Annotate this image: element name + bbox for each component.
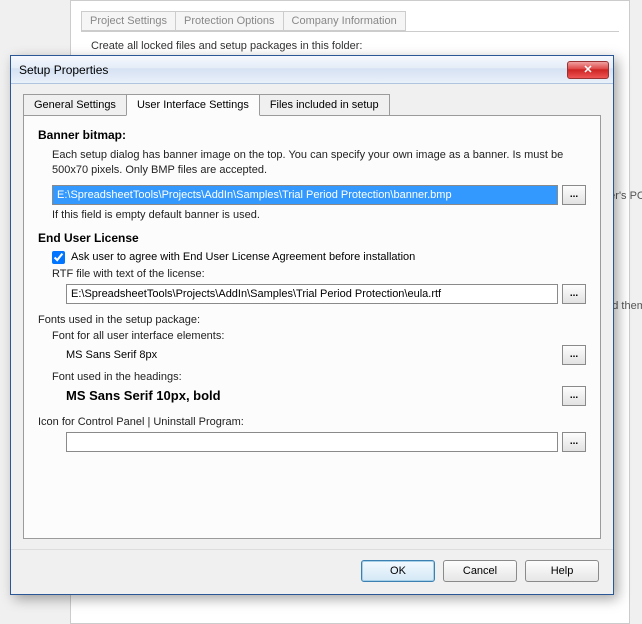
eula-rtf-label: RTF file with text of the license: — [52, 268, 586, 280]
parent-tab-protection[interactable]: Protection Options — [175, 11, 284, 31]
tab-general-settings[interactable]: General Settings — [23, 94, 127, 115]
eula-ask-label: Ask user to agree with End User License … — [71, 251, 415, 263]
parent-tabs: Project Settings Protection Options Comp… — [81, 11, 619, 32]
close-icon: ✕ — [583, 63, 592, 76]
parent-tab-project[interactable]: Project Settings — [81, 11, 176, 31]
help-button[interactable]: Help — [525, 560, 599, 582]
eula-section-title: End User License — [38, 231, 586, 245]
fonts-ui-value: MS Sans Serif 8px — [66, 349, 556, 361]
eula-rtf-input[interactable] — [66, 284, 558, 304]
fonts-heading-value: MS Sans Serif 10px, bold — [66, 388, 556, 403]
fonts-ui-label: Font for all user interface elements: — [52, 330, 586, 342]
eula-browse-button[interactable]: ... — [562, 284, 586, 304]
banner-browse-button[interactable]: ... — [562, 185, 586, 205]
setup-properties-dialog: Setup Properties ✕ General Settings User… — [10, 55, 614, 595]
fonts-heading-label: Font used in the headings: — [52, 371, 586, 383]
tab-strip: General Settings User Interface Settings… — [23, 94, 601, 115]
fonts-ui-browse-button[interactable]: ... — [562, 345, 586, 365]
dialog-title: Setup Properties — [19, 63, 567, 77]
fonts-heading-browse-button[interactable]: ... — [562, 386, 586, 406]
eula-ask-checkbox[interactable] — [52, 251, 65, 264]
cancel-button[interactable]: Cancel — [443, 560, 517, 582]
ok-button[interactable]: OK — [361, 560, 435, 582]
tab-user-interface-settings[interactable]: User Interface Settings — [126, 94, 260, 116]
banner-path-input[interactable] — [52, 185, 558, 205]
parent-folder-label: Create all locked files and setup packag… — [91, 40, 619, 52]
banner-empty-note: If this field is empty default banner is… — [52, 209, 586, 221]
fonts-section-title: Fonts used in the setup package: — [38, 314, 586, 326]
icon-browse-button[interactable]: ... — [562, 432, 586, 452]
dialog-button-bar: OK Cancel Help — [11, 549, 613, 594]
dialog-body: General Settings User Interface Settings… — [11, 84, 613, 549]
banner-help-text: Each setup dialog has banner image on th… — [52, 148, 586, 179]
titlebar: Setup Properties ✕ — [11, 56, 613, 84]
tab-panel-ui: Banner bitmap: Each setup dialog has ban… — [23, 115, 601, 539]
close-button[interactable]: ✕ — [567, 61, 609, 79]
parent-tab-company[interactable]: Company Information — [283, 11, 406, 31]
tab-files-included[interactable]: Files included in setup — [259, 94, 390, 115]
icon-path-input[interactable] — [66, 432, 558, 452]
banner-section-title: Banner bitmap: — [38, 128, 586, 142]
icon-label: Icon for Control Panel | Uninstall Progr… — [38, 416, 586, 428]
